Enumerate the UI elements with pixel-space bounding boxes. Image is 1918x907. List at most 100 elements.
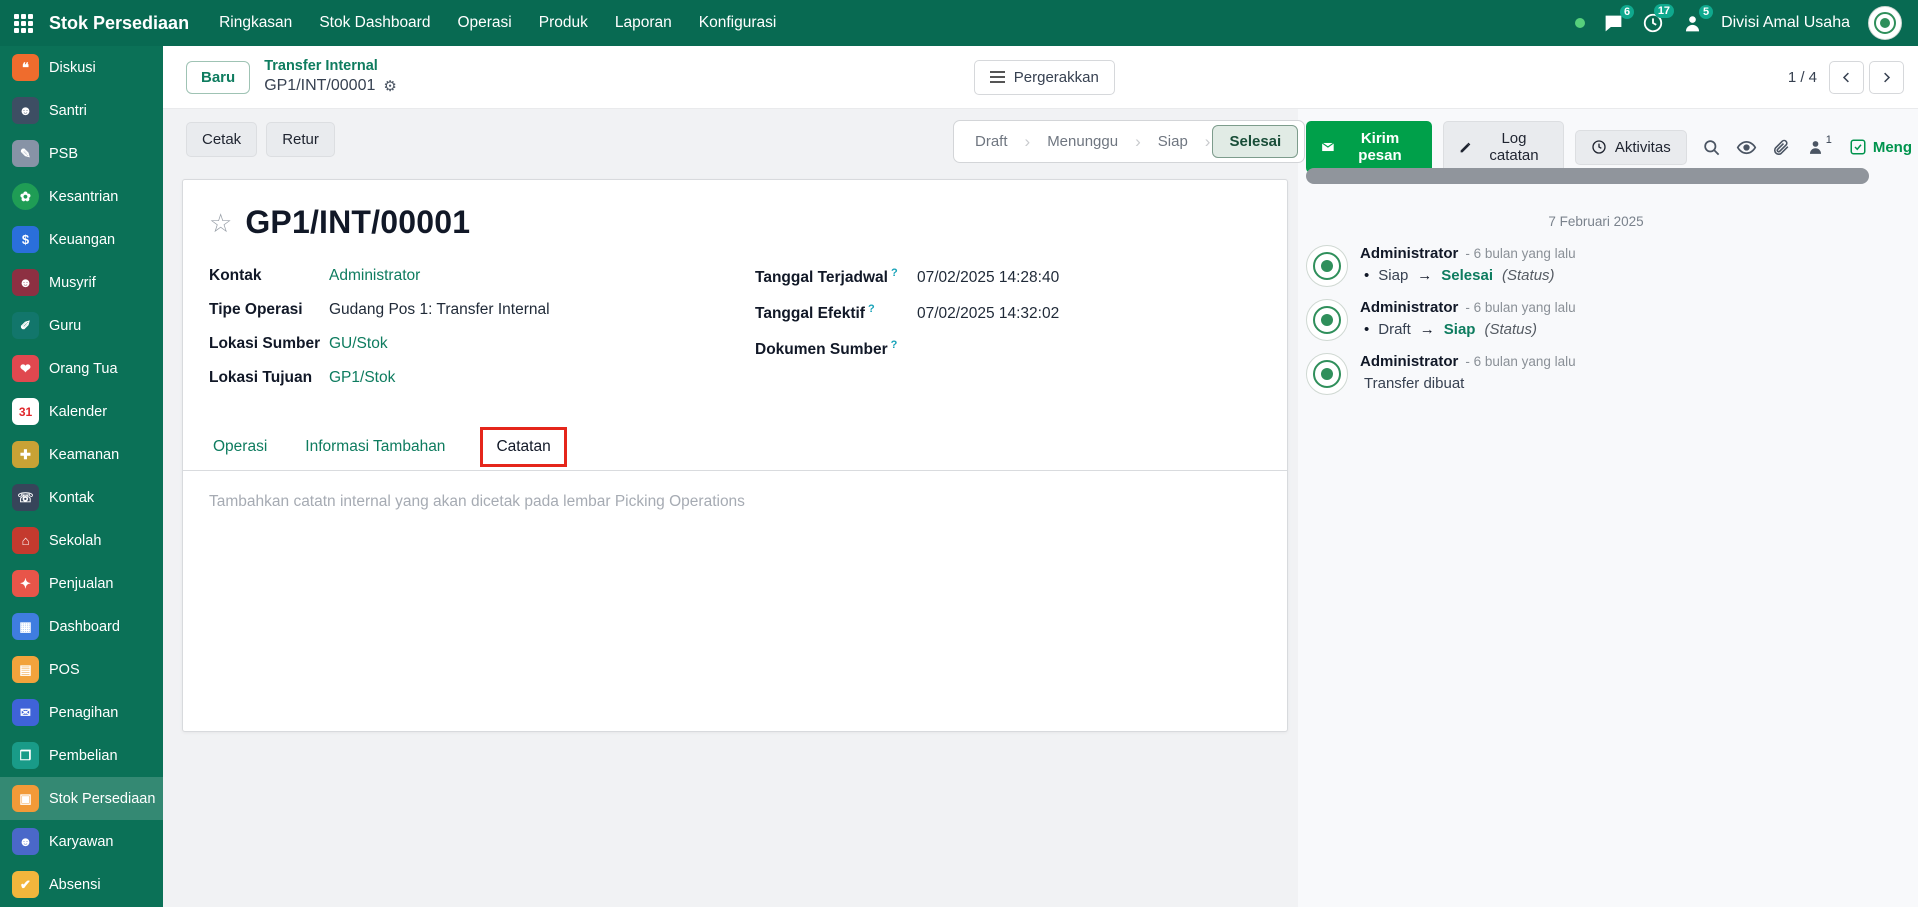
company-switcher[interactable]: Divisi Amal Usaha: [1721, 14, 1850, 32]
followers-icon[interactable]: 1: [1806, 134, 1832, 157]
sidebar-item-kontak[interactable]: ☏ Kontak: [0, 476, 163, 519]
chatter-message: Administrator - 6 bulan yang lalu • Siap…: [1306, 245, 1886, 287]
requests-badge: 5: [1698, 4, 1714, 19]
sidebar-item-kalender[interactable]: 31 Kalender: [0, 390, 163, 433]
online-status-dot: [1575, 18, 1586, 28]
sidebar-item-pembelian[interactable]: ❒ Pembelian: [0, 734, 163, 777]
chatter-scrollbar[interactable]: [1306, 168, 1869, 184]
sidebar-item-kesantrian[interactable]: ✿ Kesantrian: [0, 175, 163, 218]
sidebar-item-dashboard[interactable]: ▦ Dashboard: [0, 605, 163, 648]
field-value-lokasi-sumber[interactable]: GU/Stok: [329, 335, 388, 353]
billing-icon: ✉: [12, 699, 39, 726]
sidebar-item-diskusi[interactable]: ❝ Diskusi: [0, 46, 163, 89]
pergerakkan-button[interactable]: Pergerakkan: [973, 59, 1115, 95]
app-title[interactable]: Stok Persediaan: [49, 13, 189, 34]
apps-grid-icon[interactable]: [14, 13, 33, 33]
field-label-tanggal-terjadwal: Tanggal Terjadwal?: [755, 267, 898, 287]
status-step-menunggu[interactable]: Menunggu: [1030, 133, 1135, 150]
field-value-tanggal-efektif[interactable]: 07/02/2025 14:32:02: [917, 305, 1059, 323]
paperclip-icon[interactable]: [1772, 138, 1791, 157]
mentor-icon: ☻: [12, 269, 39, 296]
sidebar-item-musyrif[interactable]: ☻ Musyrif: [0, 261, 163, 304]
breadcrumb-bar: Baru Transfer Internal GP1/INT/00001 ⚙ P…: [163, 46, 1918, 109]
field-label-lokasi-tujuan: Lokasi Tujuan: [209, 369, 313, 386]
field-value-lokasi-tujuan[interactable]: GP1/Stok: [329, 369, 395, 387]
menu-ringkasan[interactable]: Ringkasan: [219, 14, 292, 32]
help-icon[interactable]: ?: [891, 339, 898, 351]
menu-stok-dashboard[interactable]: Stok Dashboard: [319, 14, 430, 32]
status-to: Siap: [1443, 321, 1476, 338]
avatar: [1306, 245, 1348, 287]
favorite-star-icon[interactable]: ☆: [209, 210, 232, 236]
sidebar-item-stok-persediaan[interactable]: ▣ Stok Persediaan: [0, 777, 163, 820]
sidebar-item-santri[interactable]: ☻ Santri: [0, 89, 163, 132]
record-title: GP1/INT/00001: [245, 204, 471, 240]
dashboard-icon: ▦: [12, 613, 39, 640]
next-page-button[interactable]: [1869, 60, 1904, 94]
message-author[interactable]: Administrator: [1360, 353, 1458, 370]
help-icon[interactable]: ?: [891, 267, 898, 279]
aktivitas-button[interactable]: Aktivitas: [1574, 129, 1687, 165]
message-time: - 6 bulan yang lalu: [1465, 246, 1576, 261]
tab-catatan[interactable]: Catatan: [480, 426, 567, 467]
notebook-tabs: Operasi Informasi Tambahan Catatan: [183, 423, 1287, 471]
field-value-kontak[interactable]: Administrator: [329, 267, 420, 285]
main-content: Baru Transfer Internal GP1/INT/00001 ⚙ P…: [163, 46, 1918, 907]
menu-laporan[interactable]: Laporan: [615, 14, 672, 32]
sidebar-item-penjualan[interactable]: ✦ Penjualan: [0, 562, 163, 605]
status-step-draft[interactable]: Draft: [958, 133, 1025, 150]
breadcrumb-parent[interactable]: Transfer Internal: [264, 57, 397, 76]
status-from: Siap: [1378, 267, 1409, 284]
field-label-dokumen-sumber: Dokumen Sumber?: [755, 339, 898, 359]
bullet-icon: •: [1364, 321, 1370, 338]
parents-icon: ❤: [12, 355, 39, 382]
search-icon[interactable]: [1702, 138, 1721, 157]
gear-icon[interactable]: ⚙: [383, 77, 396, 97]
requests-user-icon[interactable]: 5: [1682, 4, 1714, 34]
field-label-kontak: Kontak: [209, 267, 262, 284]
prev-page-button[interactable]: [1829, 60, 1864, 94]
menu-produk[interactable]: Produk: [539, 14, 588, 32]
pager-count: 1 / 4: [1787, 68, 1817, 86]
community-icon: ✿: [12, 183, 39, 210]
sidebar-item-pos[interactable]: ▤ POS: [0, 648, 163, 691]
message-author[interactable]: Administrator: [1360, 245, 1458, 262]
help-icon[interactable]: ?: [868, 303, 875, 315]
sidebar-item-karyawan[interactable]: ☻ Karyawan: [0, 820, 163, 863]
sidebar-item-orang-tua[interactable]: ❤ Orang Tua: [0, 347, 163, 390]
avatar: [1306, 353, 1348, 395]
field-value-tanggal-terjadwal[interactable]: 07/02/2025 14:28:40: [917, 269, 1059, 287]
status-step-siap[interactable]: Siap: [1141, 133, 1205, 150]
sidebar-item-absensi[interactable]: ✔ Absensi: [0, 863, 163, 906]
employees-icon: ☻: [12, 828, 39, 855]
tab-operasi[interactable]: Operasi: [213, 438, 267, 456]
pager: 1 / 4: [1787, 60, 1904, 94]
menu-operasi[interactable]: Operasi: [457, 14, 511, 32]
cetak-button[interactable]: Cetak: [186, 122, 258, 157]
top-menu: Ringkasan Stok Dashboard Operasi Produk …: [219, 14, 776, 32]
sidebar-item-penagihan[interactable]: ✉ Penagihan: [0, 691, 163, 734]
chatter-toolbar: Kirim pesan Log catatan Aktivitas 1 Meng: [1306, 121, 1912, 173]
status-step-selesai[interactable]: Selesai: [1212, 125, 1299, 158]
tab-informasi-tambahan[interactable]: Informasi Tambahan: [305, 438, 445, 456]
message-author[interactable]: Administrator: [1360, 299, 1458, 316]
messages-icon[interactable]: 6: [1603, 4, 1635, 34]
sidebar-item-sekolah[interactable]: ⌂ Sekolah: [0, 519, 163, 562]
activities-clock-icon[interactable]: 17: [1642, 4, 1675, 34]
chatter-feed: 7 Februari 2025 Administrator - 6 bulan …: [1306, 214, 1906, 407]
retur-button[interactable]: Retur: [266, 122, 335, 157]
sidebar-item-keamanan[interactable]: ✚ Keamanan: [0, 433, 163, 476]
top-navbar: Stok Persediaan Ringkasan Stok Dashboard…: [0, 0, 1918, 46]
note-placeholder[interactable]: Tambahkan catatn internal yang akan dice…: [183, 471, 1287, 533]
menu-konfigurasi[interactable]: Konfigurasi: [699, 14, 777, 32]
sidebar-item-keuangan[interactable]: $ Keuangan: [0, 218, 163, 261]
status-from: Draft: [1378, 321, 1411, 338]
kirim-pesan-button[interactable]: Kirim pesan: [1306, 121, 1433, 173]
user-avatar[interactable]: [1868, 6, 1902, 40]
follow-button[interactable]: Meng: [1849, 138, 1912, 156]
field-value-tipe-operasi[interactable]: Gudang Pos 1: Transfer Internal: [329, 301, 550, 319]
sidebar-item-psb[interactable]: ✎ PSB: [0, 132, 163, 175]
log-catatan-button[interactable]: Log catatan: [1443, 121, 1564, 173]
sidebar-item-guru[interactable]: ✐ Guru: [0, 304, 163, 347]
eye-icon[interactable]: [1736, 137, 1757, 158]
